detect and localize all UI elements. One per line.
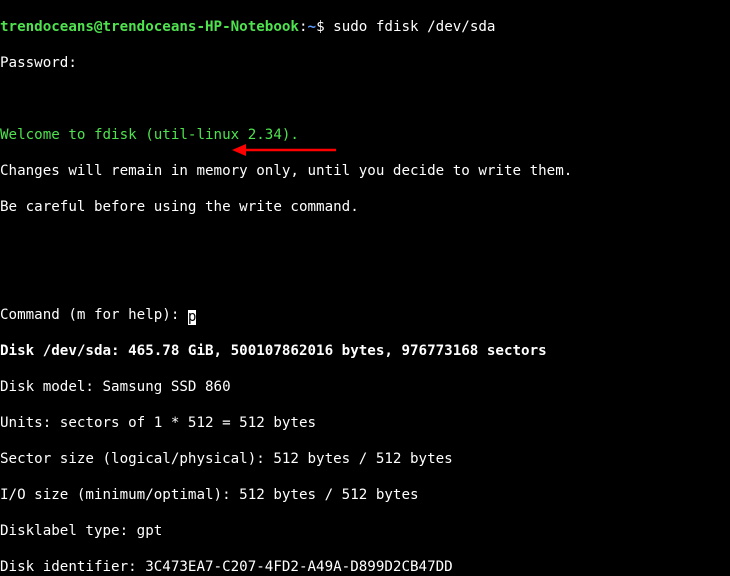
cwd-path: ~ — [308, 19, 317, 35]
disk-model: Disk model: Samsung SSD 860 — [0, 378, 730, 396]
shell-prompt-line: trendoceans@trendoceans-HP-Notebook:~$ s… — [0, 18, 730, 36]
disk-label-type: Disklabel type: gpt — [0, 522, 730, 540]
disk-sector-size: Sector size (logical/physical): 512 byte… — [0, 450, 730, 468]
disk-io-size: I/O size (minimum/optimal): 512 bytes / … — [0, 486, 730, 504]
colon: : — [299, 19, 308, 35]
blank-line — [0, 234, 730, 252]
disk-identifier: Disk identifier: 3C473EA7-C207-4FD2-A49A… — [0, 558, 730, 576]
disk-header: Disk /dev/sda: 465.78 GiB, 500107862016 … — [0, 342, 730, 360]
fdisk-command-prompt[interactable]: Command (m for help): p — [0, 306, 730, 324]
blank-line — [0, 90, 730, 108]
blank-line — [0, 270, 730, 288]
fdisk-intro-1: Changes will remain in memory only, unti… — [0, 162, 730, 180]
typed-command: sudo fdisk /dev/sda — [333, 19, 495, 35]
disk-units: Units: sectors of 1 * 512 = 512 bytes — [0, 414, 730, 432]
terminal-output[interactable]: trendoceans@trendoceans-HP-Notebook:~$ s… — [0, 0, 730, 576]
fdisk-welcome: Welcome to fdisk (util-linux 2.34). — [0, 126, 730, 144]
dollar: $ — [316, 19, 325, 35]
fdisk-intro-2: Be careful before using the write comman… — [0, 198, 730, 216]
password-prompt: Password: — [0, 54, 730, 72]
user-host: trendoceans@trendoceans-HP-Notebook — [0, 19, 299, 35]
fdisk-prompt-label: Command (m for help): — [0, 307, 188, 323]
fdisk-input-p[interactable]: p — [188, 310, 197, 325]
